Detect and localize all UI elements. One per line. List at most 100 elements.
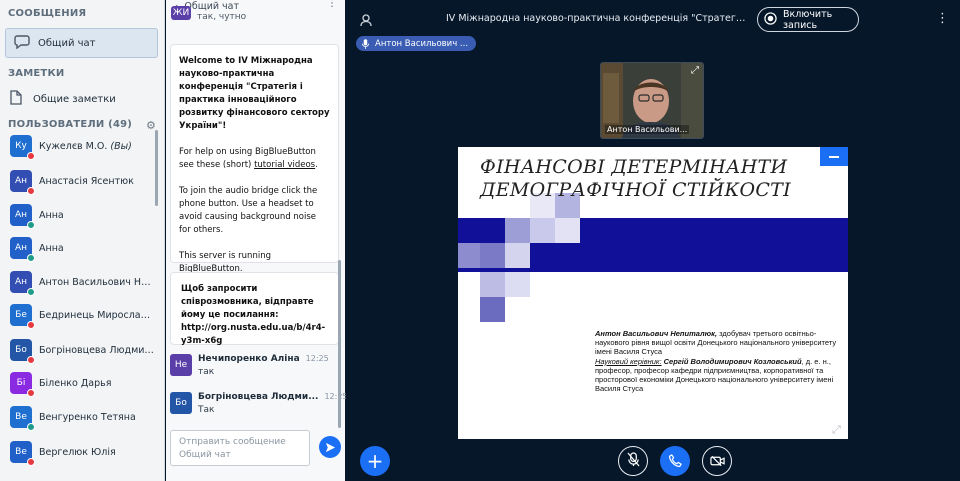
message-header: Нечипоренко Аліна 12:25 (198, 354, 329, 364)
message-time: 12:25 (324, 392, 348, 401)
avatar: ЖИ (171, 6, 191, 20)
microphone-muted-icon (626, 451, 640, 471)
webcam-video[interactable]: ⤢ Антон Васильови... (600, 62, 704, 139)
record-button[interactable]: Включить запись (757, 7, 859, 32)
status-badge (27, 389, 35, 397)
more-vertical-icon[interactable]: ⋮ (327, 0, 337, 9)
user-name: Анна (39, 243, 64, 254)
shared-notes-item[interactable]: Общие заметки (10, 90, 116, 109)
slide-square (530, 218, 555, 243)
user-list-item[interactable]: Ан Анастасія Ясентюк (10, 169, 155, 195)
status-badge (27, 423, 35, 431)
help-text-end: . (315, 160, 318, 170)
user-list-item[interactable]: Бі Біленко Дарья (10, 371, 155, 397)
avatar-initials: Бе (15, 310, 27, 320)
slide-author-text: Антон Васильович Непиталюк, здобувач тре… (595, 329, 843, 393)
presentation-slide: ФІНАНСОВІ ДЕТЕРМІНАНТИ ДЕМОГРАФІЧНОЇ СТІ… (458, 147, 848, 439)
avatar: Ве (10, 406, 35, 431)
top-bar: IV Міжнародна науково-практична конферен… (346, 0, 960, 38)
unmute-button[interactable] (618, 446, 648, 476)
welcome-message: Welcome to IV Міжнародна науково-практич… (170, 44, 339, 274)
welcome-conference-name: IV Міжнародна науково-практична конферен… (179, 56, 330, 131)
user-list-item[interactable]: Бо Богріновцева Людмила (10, 338, 155, 364)
status-badge (27, 288, 35, 296)
slide-square (505, 243, 530, 268)
slide-square (458, 243, 480, 268)
talking-indicator[interactable]: Антон Васильович ... (356, 36, 476, 51)
avatar-initials: Ан (14, 176, 28, 186)
slide-supervisor-name: Сергій Володимирович Козловський (661, 356, 802, 366)
audio-text: To join the audio bridge click the phone… (179, 186, 318, 235)
avatar-initials: Ан (14, 243, 28, 253)
actions-button[interactable]: + (360, 446, 390, 476)
slide-square (505, 272, 530, 297)
user-list-item[interactable]: Ан Антон Васильович Непи... (10, 270, 155, 296)
slide-title-line2: ДЕМОГРАФІЧНОЇ СТІЙКОСТІ (480, 179, 791, 201)
minimize-presentation-button[interactable] (820, 147, 848, 166)
avatar-initials: Ку (15, 141, 27, 151)
send-button[interactable] (319, 436, 341, 458)
public-chat-item[interactable]: Общий чат (5, 28, 158, 58)
slide-square (480, 243, 505, 268)
user-name-text: Анна (39, 242, 64, 254)
main-presentation-area: IV Міжнародна науково-практична конферен… (346, 0, 960, 481)
talker-name: Антон Васильович ... (375, 38, 469, 49)
chat-message-previous: ЖИ так, чутно (171, 6, 246, 22)
slide-square (555, 218, 580, 243)
user-list-item[interactable]: Ан Анна (10, 203, 155, 229)
more-vertical-icon[interactable]: ⋮ (936, 11, 949, 26)
avatar-initials: Ан (14, 277, 28, 287)
avatar: Ан (10, 170, 35, 195)
tutorial-link[interactable]: tutorial videos (254, 160, 315, 170)
avatar: Бі (10, 372, 35, 397)
chat-scrollbar[interactable] (338, 260, 341, 428)
slide-square (480, 272, 505, 297)
avatar-initials: Ве (15, 412, 27, 422)
microphone-icon (362, 34, 369, 53)
meeting-title: IV Міжнародна науково-практична конферен… (446, 13, 746, 24)
users-header: ПОЛЬЗОВАТЕЛИ (49) (8, 119, 133, 130)
chat-bubble-icon (14, 34, 30, 53)
user-name: Богріновцева Людмила (39, 345, 155, 356)
user-name-text: Богріновцева Людмила (39, 344, 155, 356)
user-icon[interactable] (360, 12, 372, 31)
user-list-item[interactable]: Ан Анна (10, 236, 155, 262)
message-header: Богріновцева Людми... 12:25 (198, 392, 348, 402)
user-list-item[interactable]: Ве Венгуренко Тетяна (10, 405, 155, 431)
notes-header: ЗАМЕТКИ (8, 68, 65, 79)
message-author: Нечипоренко Аліна (198, 354, 300, 364)
webcam-user-name: Антон Васильови... (605, 125, 690, 134)
avatar: Бо (170, 392, 192, 414)
user-list-item[interactable]: Бе Бедринець Мирослава ... (10, 303, 155, 329)
share-webcam-button[interactable] (702, 446, 732, 476)
public-chat-label: Общий чат (38, 37, 96, 49)
expand-icon[interactable]: ⤢ (832, 423, 841, 437)
phone-icon (668, 452, 682, 471)
chat-title: Общий чат (184, 0, 240, 12)
shared-notes-label: Общие заметки (33, 94, 116, 105)
user-name-text: Антон Васильович Непи... (39, 276, 155, 288)
user-you-suffix: (Вы) (107, 140, 132, 152)
avatar-initials: Ан (14, 210, 28, 220)
user-name: Бедринець Мирослава ... (39, 310, 155, 321)
messages-header: СООБЩЕНИЯ (8, 8, 87, 19)
message-body: Нечипоренко Аліна 12:25 так (198, 354, 329, 386)
user-list-scrollbar[interactable] (155, 130, 158, 206)
leave-audio-button[interactable] (660, 446, 690, 476)
avatar: Ку (10, 135, 35, 160)
chat-message-input[interactable]: Отправить сообщение Общий чат (170, 430, 310, 466)
message-text: Так (198, 405, 215, 415)
status-badge (27, 221, 35, 229)
user-list-item[interactable]: Ве Вергелюк Юлія (10, 440, 155, 466)
user-name: Анастасія Ясентюк (39, 176, 134, 187)
slide-author-name: Антон Васильович Непиталюк, (595, 329, 718, 338)
user-name-text: Біленко Дарья (39, 377, 112, 389)
message-text: так (198, 367, 215, 377)
slide-square (505, 218, 530, 243)
message-time: 12:25 (305, 354, 329, 363)
expand-icon[interactable]: ⤢ (691, 65, 699, 76)
avatar: Бо (10, 339, 35, 364)
user-list-item[interactable]: Ку Кужелєв М.О. (Вы) (10, 134, 155, 160)
user-name: Венгуренко Тетяна (39, 412, 136, 423)
welcome-intro: Welcome to (179, 56, 239, 66)
